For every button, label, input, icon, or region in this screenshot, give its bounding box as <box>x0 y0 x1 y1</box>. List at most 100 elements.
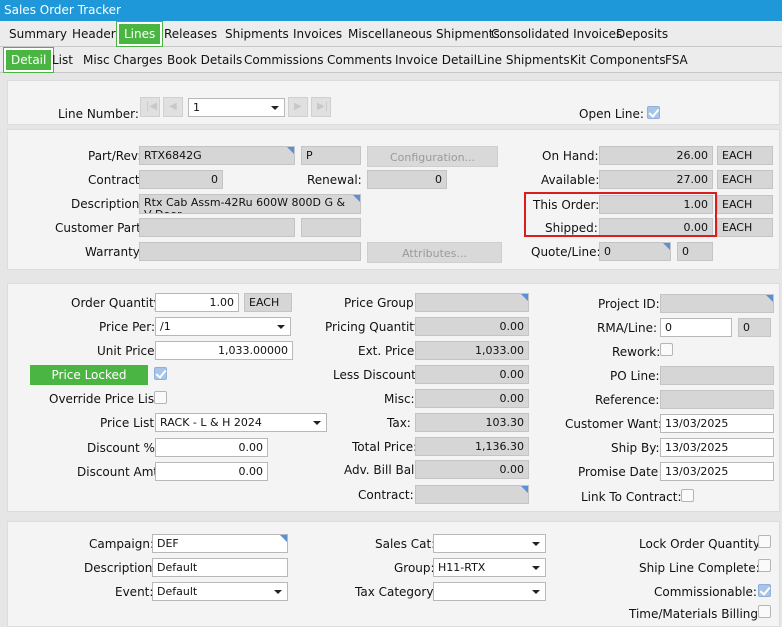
project-id-label: Project ID: <box>598 297 660 311</box>
price-per-label: Price Per: <box>99 320 156 334</box>
price-per-select[interactable]: /1 <box>155 317 291 336</box>
campaign-input[interactable]: DEF <box>152 534 288 553</box>
quote-field[interactable]: 0 <box>599 242 671 261</box>
chevron-down-icon <box>277 325 285 329</box>
price-locked-button[interactable]: Price Locked <box>30 365 148 385</box>
tax-category-select[interactable] <box>433 582 546 601</box>
tab-invoice-detail[interactable]: Invoice Detail <box>390 49 482 71</box>
rework-label: Rework: <box>612 345 661 359</box>
price-list-value: RACK - L & H 2024 <box>160 416 262 429</box>
lock-order-qty-checkbox[interactable] <box>758 535 771 548</box>
commissionable-label: Commissionable: <box>654 585 757 599</box>
renewal-label: Renewal: <box>307 173 362 187</box>
part-field[interactable]: RTX6842G <box>139 146 295 165</box>
ship-by-input[interactable]: 13/03/2025 <box>660 438 774 457</box>
description-field[interactable]: Rtx Cab Assm-42Ru 600W 800D G & V Door <box>139 194 361 214</box>
description-label: Description: <box>71 197 144 211</box>
tab-invoices[interactable]: Invoices <box>288 23 347 45</box>
on-hand-uom: EACH <box>717 146 773 165</box>
line-number-select[interactable]: 1 <box>188 98 285 117</box>
order-qty-uom[interactable]: EACH <box>244 293 292 312</box>
price-list-label: Price List: <box>100 416 159 430</box>
less-discount-field: 0.00 <box>415 365 529 384</box>
campaign-description-input[interactable]: Default <box>152 558 288 577</box>
commissionable-checkbox[interactable] <box>758 584 771 597</box>
attributes-button[interactable]: Attributes... <box>367 242 502 263</box>
tab-book-details[interactable]: Book Details <box>162 49 247 71</box>
override-price-list-label: Override Price List: <box>49 392 163 406</box>
prev-icon: ◀ <box>169 101 177 112</box>
event-select[interactable]: Default <box>152 582 288 601</box>
project-id-field[interactable] <box>660 294 774 313</box>
first-icon: |◀ <box>146 101 158 112</box>
tab-line-shipments[interactable]: Line Shipments <box>472 49 575 71</box>
ship-line-complete-label: Ship Line Complete: <box>639 561 760 575</box>
warranty-label: Warranty: <box>85 245 144 259</box>
rma-line-field[interactable]: 0 <box>738 318 771 337</box>
tax-category-label: Tax Category: <box>355 585 437 599</box>
tab-list[interactable]: List <box>47 49 78 71</box>
total-price-label: Total Price: <box>352 440 418 454</box>
discount-amt-input[interactable]: 0.00 <box>155 462 268 481</box>
quote-line-field[interactable]: 0 <box>677 242 713 261</box>
configuration-button[interactable]: Configuration... <box>367 146 498 167</box>
tab-shipments[interactable]: Shipments <box>220 23 294 45</box>
chevron-down-icon <box>313 421 321 425</box>
sub-tab-bar: Detail List Misc Charges Book Details Co… <box>0 47 782 73</box>
tab-header[interactable]: Header <box>67 23 121 45</box>
pricing-contract-field[interactable] <box>415 485 529 504</box>
price-locked-checkbox[interactable] <box>154 367 167 380</box>
renewal-field[interactable]: 0 <box>367 170 447 189</box>
customer-part-field[interactable] <box>139 218 295 237</box>
prev-record-button[interactable]: ◀ <box>163 97 183 117</box>
promise-date-input[interactable]: 13/03/2025 <box>660 462 774 481</box>
tab-deposits[interactable]: Deposits <box>611 23 673 45</box>
order-qty-input[interactable]: 1.00 <box>155 293 239 312</box>
tab-summary[interactable]: Summary <box>4 23 72 45</box>
tab-fsa[interactable]: FSA <box>660 49 693 71</box>
tab-lines[interactable]: Lines <box>115 21 164 47</box>
override-price-list-checkbox[interactable] <box>154 391 167 404</box>
price-list-select[interactable]: RACK - L & H 2024 <box>155 413 327 432</box>
promise-date-label: Promise Date <box>578 465 659 479</box>
tab-consolidated-invoices[interactable]: Consolidated Invoices <box>486 23 627 45</box>
tab-kit-components[interactable]: Kit Components <box>565 49 671 71</box>
on-hand-field: 26.00 <box>599 146 713 165</box>
open-line-checkbox[interactable] <box>647 106 660 119</box>
ship-line-complete-checkbox[interactable] <box>758 559 771 572</box>
customer-want-input[interactable]: 13/03/2025 <box>660 414 774 433</box>
reference-field[interactable] <box>660 390 774 409</box>
price-group-field[interactable] <box>415 293 529 312</box>
main-tab-bar: Summary Header Lines Releases Shipments … <box>0 21 782 47</box>
po-line-field[interactable] <box>660 366 774 385</box>
unit-price-input[interactable]: 1,033.00000 <box>155 341 293 360</box>
tab-commissions[interactable]: Commissions <box>239 49 328 71</box>
last-record-button[interactable]: ▶| <box>311 97 331 117</box>
ship-by-label: Ship By: <box>611 441 660 455</box>
discount-pct-input[interactable]: 0.00 <box>155 438 268 457</box>
tab-miscellaneous-shipments[interactable]: Miscellaneous Shipments <box>343 23 505 45</box>
tab-detail[interactable]: Detail <box>2 47 55 73</box>
customer-part-label: Customer Part: <box>55 221 145 235</box>
time-materials-checkbox[interactable] <box>758 605 771 618</box>
chevron-down-icon <box>532 590 540 594</box>
sales-cat-select[interactable] <box>433 534 546 553</box>
contract-field[interactable]: 0 <box>139 170 223 189</box>
campaign-description-label: Description: <box>84 561 157 575</box>
tab-releases[interactable]: Releases <box>159 23 222 45</box>
next-record-button[interactable]: ▶ <box>288 97 308 117</box>
window-title: Sales Order Tracker <box>0 0 782 21</box>
part-rev-label: Part/Rev: <box>88 149 142 163</box>
rma-field[interactable]: 0 <box>660 318 732 337</box>
discount-pct-label: Discount %: <box>87 441 159 455</box>
first-record-button[interactable]: |◀ <box>140 97 160 117</box>
customer-part-rev-field[interactable] <box>301 218 361 237</box>
link-to-contract-checkbox[interactable] <box>681 489 694 502</box>
group-select[interactable]: H11-RTX <box>433 558 546 577</box>
tab-comments[interactable]: Comments <box>322 49 397 71</box>
rev-field[interactable]: P <box>301 146 361 165</box>
rework-checkbox[interactable] <box>660 343 673 356</box>
warranty-field[interactable] <box>139 242 361 261</box>
order-shipped-highlight <box>524 192 717 237</box>
tab-misc-charges[interactable]: Misc Charges <box>78 49 168 71</box>
